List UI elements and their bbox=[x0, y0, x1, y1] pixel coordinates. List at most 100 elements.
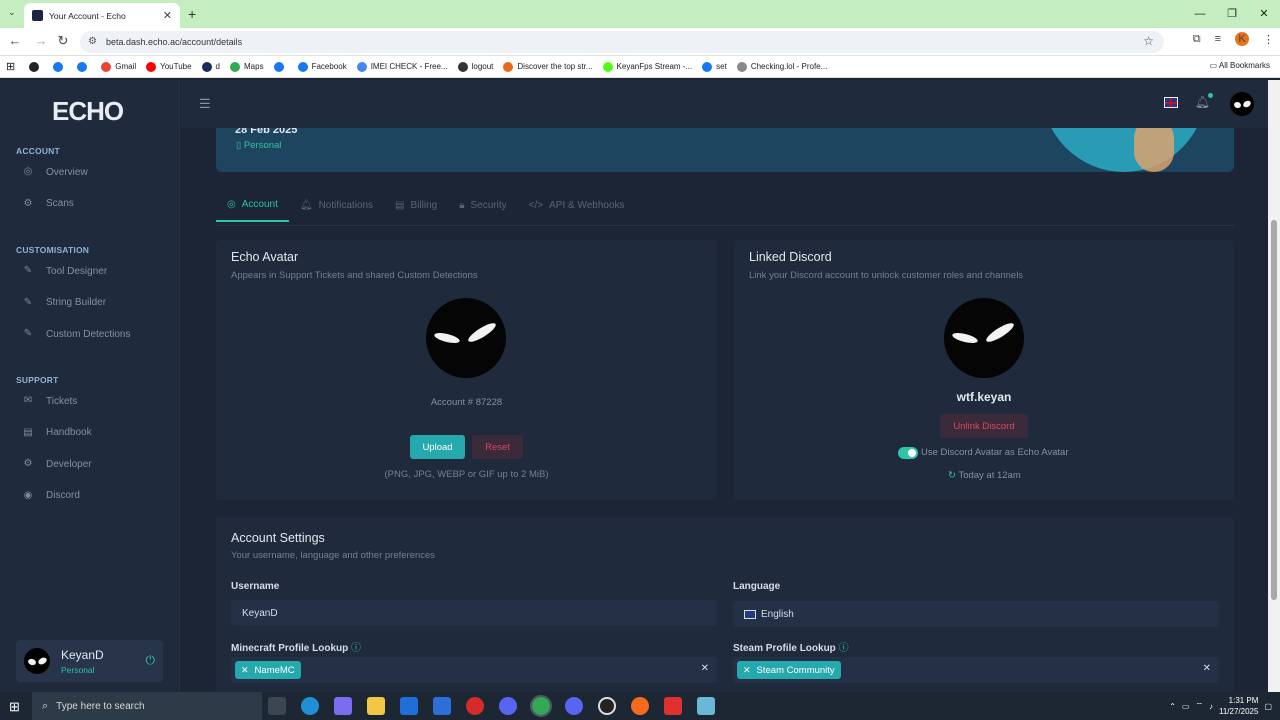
sidebar-item-developer[interactable]: ⚙ Developer bbox=[22, 458, 92, 470]
bookmark-item[interactable]: logout bbox=[457, 61, 493, 72]
bookmark-item[interactable] bbox=[77, 61, 91, 72]
profile-avatar[interactable]: K bbox=[1235, 32, 1249, 46]
reload-icon[interactable]: ↻ bbox=[54, 33, 72, 49]
scrollbar-thumb[interactable] bbox=[1271, 220, 1277, 600]
url-field[interactable]: ⚙ beta.dash.echo.ac/account/details ☆ bbox=[80, 31, 1164, 53]
edge-icon[interactable] bbox=[301, 697, 319, 715]
all-bookmarks[interactable]: ▭ All Bookmarks bbox=[1210, 61, 1270, 70]
tab-security[interactable]: 🔒︎ Security bbox=[448, 192, 517, 222]
back-icon[interactable]: ← bbox=[6, 33, 24, 48]
file-explorer-icon[interactable] bbox=[367, 697, 385, 715]
steam-community-chip[interactable]: ✕ Steam Community bbox=[737, 661, 841, 679]
user-card[interactable]: KeyanD Personal ⏻ bbox=[16, 640, 163, 682]
app-red-icon[interactable] bbox=[466, 697, 484, 715]
close-tab-icon[interactable]: ✕ bbox=[163, 9, 172, 22]
bookmark-item[interactable]: d bbox=[201, 61, 220, 72]
task-view-icon[interactable] bbox=[268, 697, 286, 715]
menu-icon[interactable]: ⋮ bbox=[1263, 33, 1274, 46]
forward-icon[interactable]: → bbox=[32, 33, 50, 48]
sidebar-item-handbook[interactable]: ▤ Handbook bbox=[22, 427, 91, 439]
new-tab-icon[interactable]: + bbox=[188, 6, 196, 22]
reset-button[interactable]: Reset bbox=[472, 435, 523, 459]
sidebar-item-overview[interactable]: ◎ Overview bbox=[22, 166, 88, 178]
sidebar-item-tool-designer[interactable]: ✎ Tool Designer bbox=[22, 265, 107, 277]
tab-billing[interactable]: ▤ Billing bbox=[384, 192, 448, 222]
sidebar-item-label: Developer bbox=[46, 458, 92, 470]
minecraft-lookup-label: Minecraft Profile Lookup ⓘ bbox=[231, 643, 362, 654]
bookmark-item[interactable]: set bbox=[702, 61, 727, 72]
hamburger-menu-icon[interactable]: ☰ bbox=[199, 96, 211, 112]
namemc-chip[interactable]: ✕ NameMC bbox=[235, 661, 301, 679]
top-avatar[interactable] bbox=[1230, 92, 1254, 116]
minimize-icon[interactable]: — bbox=[1184, 0, 1216, 28]
extensions-icon[interactable]: ⧉ bbox=[1193, 33, 1201, 46]
sidebar-item-tickets[interactable]: ✉ Tickets bbox=[22, 395, 78, 407]
bookmark-item[interactable]: KeyanFps Stream -... bbox=[602, 61, 692, 72]
mail-icon[interactable] bbox=[400, 697, 418, 715]
taskbar-search[interactable]: ⌕ Type here to search bbox=[32, 692, 262, 720]
clear-icon[interactable]: ✕ bbox=[701, 663, 709, 674]
sidebar-item-scans[interactable]: ⚙ Scans bbox=[22, 198, 74, 210]
sidebar-item-string-builder[interactable]: ✎ String Builder bbox=[22, 297, 106, 309]
volume-icon[interactable]: ♪ bbox=[1209, 702, 1213, 711]
bookmark-item[interactable]: Gmail bbox=[101, 61, 136, 72]
minecraft-lookup-select[interactable]: ✕ NameMC ✕ bbox=[231, 657, 717, 683]
clock[interactable]: 1:31 PM 11/27/2025 bbox=[1219, 695, 1258, 717]
bookmark-label: Checking.lol - Profe... bbox=[750, 62, 828, 71]
bookmark-item[interactable] bbox=[273, 61, 288, 72]
bookmark-item[interactable]: Checking.lol - Profe... bbox=[736, 61, 828, 72]
tab-api-webhooks[interactable]: </> API & Webhooks bbox=[518, 192, 636, 222]
tab-search-icon[interactable]: ⌄ bbox=[8, 7, 16, 18]
echo-logo[interactable]: ECHO bbox=[52, 96, 124, 127]
clear-icon[interactable]: ✕ bbox=[1203, 663, 1211, 674]
windows-start-icon[interactable]: ⊞ bbox=[9, 699, 20, 715]
store-icon[interactable] bbox=[433, 697, 451, 715]
bookmark-item[interactable]: Maps bbox=[230, 61, 264, 72]
tray-chevron-icon[interactable]: ⌃ bbox=[1169, 702, 1176, 711]
remove-chip-icon[interactable]: ✕ bbox=[241, 665, 249, 676]
sidebar-item-custom-detections[interactable]: ✎ Custom Detections bbox=[22, 328, 131, 340]
member-since-date: 28 Feb 2025 bbox=[235, 128, 298, 136]
remove-chip-icon[interactable]: ✕ bbox=[743, 665, 751, 676]
tab-account[interactable]: ◎ Account bbox=[216, 192, 289, 222]
info-icon[interactable]: ⓘ bbox=[351, 643, 361, 654]
bookmark-item[interactable]: Facebook bbox=[297, 61, 347, 72]
bookmark-item[interactable]: YouTube bbox=[146, 61, 192, 72]
bookmark-item[interactable] bbox=[53, 61, 67, 72]
discord-alt-icon[interactable] bbox=[565, 697, 583, 715]
bookmark-item[interactable]: IMEI CHECK - Free... bbox=[356, 61, 448, 72]
steam-lookup-select[interactable]: ✕ Steam Community ✕ bbox=[733, 657, 1219, 683]
username-input[interactable]: KeyanD bbox=[231, 600, 717, 626]
close-window-icon[interactable]: ✕ bbox=[1248, 0, 1280, 28]
notification-bell-icon[interactable]: 🔔︎ bbox=[1195, 93, 1213, 109]
browser-tab[interactable]: Your Account - Echo ✕ bbox=[24, 3, 180, 28]
bookmark-star-icon[interactable]: ☆ bbox=[1143, 34, 1154, 48]
bookmark-item[interactable] bbox=[29, 61, 43, 72]
notifications-icon[interactable]: ▢ bbox=[1264, 702, 1272, 711]
chrome-icon[interactable] bbox=[530, 695, 552, 717]
app-media-icon[interactable] bbox=[664, 697, 682, 715]
site-info-icon[interactable]: ⚙ bbox=[88, 36, 97, 47]
upload-button[interactable]: Upload bbox=[410, 435, 465, 459]
tab-notifications[interactable]: 🔔︎ Notifications bbox=[289, 192, 384, 222]
account-tabs: ◎ Account 🔔︎ Notifications ▤ Billing 🔒︎ Securit… bbox=[216, 192, 636, 222]
network-icon[interactable]: ▭ bbox=[1182, 702, 1190, 711]
unlink-discord-button[interactable]: Unlink Discord bbox=[940, 414, 1028, 438]
sidebar-item-discord[interactable]: ◉ Discord bbox=[22, 490, 80, 502]
discord-taskbar-icon[interactable] bbox=[499, 697, 517, 715]
media-icon[interactable]: ≡ bbox=[1215, 33, 1221, 45]
copilot-icon[interactable] bbox=[334, 697, 352, 715]
app-blue-icon[interactable] bbox=[697, 697, 715, 715]
use-discord-avatar-toggle[interactable] bbox=[898, 447, 918, 459]
restore-icon[interactable]: ❐ bbox=[1216, 0, 1248, 28]
bookmark-item[interactable]: Discover the top str... bbox=[503, 61, 593, 72]
apps-icon[interactable]: ⊞ bbox=[6, 60, 15, 73]
language-select[interactable]: English bbox=[733, 601, 1219, 627]
uk-flag-icon[interactable] bbox=[1164, 97, 1178, 108]
wifi-icon[interactable]: ⌔ bbox=[1195, 701, 1203, 711]
app-orange-icon[interactable] bbox=[631, 697, 649, 715]
obs-icon[interactable] bbox=[598, 697, 616, 715]
logout-power-icon[interactable]: ⏻ bbox=[146, 653, 156, 668]
page-scrollbar[interactable] bbox=[1268, 80, 1280, 692]
info-icon[interactable]: ⓘ bbox=[839, 643, 849, 654]
